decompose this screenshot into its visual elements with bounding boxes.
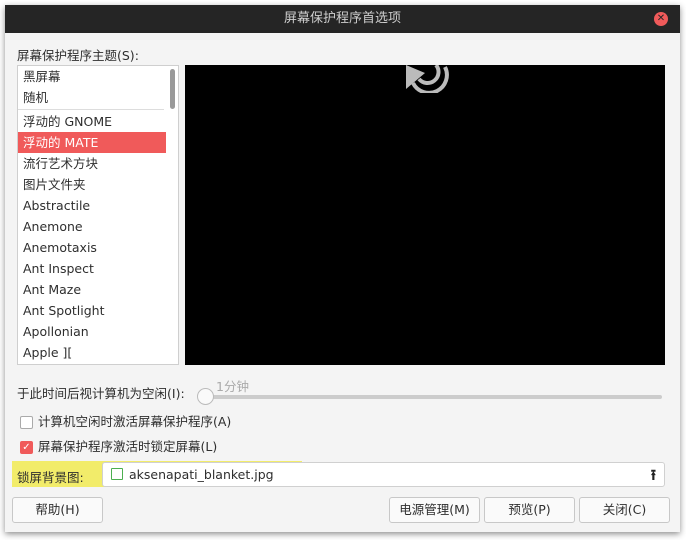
idle-slider-handle[interactable] <box>197 388 214 405</box>
preview-button[interactable]: 预览(P) <box>484 497 575 523</box>
theme-item[interactable]: Apple ][ <box>18 342 166 363</box>
background-file-name: aksenapati_blanket.jpg <box>129 467 274 482</box>
image-file-icon <box>111 468 123 480</box>
window-title: 屏幕保护程序首选项 <box>283 11 401 26</box>
theme-item[interactable]: 流行艺术方块 <box>18 153 166 174</box>
activate-checkbox-row[interactable]: 计算机空闲时激活屏幕保护程序(A) <box>20 411 231 430</box>
theme-item[interactable]: Anemone <box>18 216 166 237</box>
mate-logo-icon <box>406 65 449 93</box>
theme-item[interactable]: Ant Inspect <box>18 258 166 279</box>
title-bar: 屏幕保护程序首选项 ✕ <box>5 5 680 33</box>
theme-item[interactable]: Anemotaxis <box>18 237 166 258</box>
lock-label: 屏幕保护程序激活时锁定屏幕(L) <box>38 439 218 454</box>
theme-item[interactable]: 浮动的 GNOME <box>18 111 166 132</box>
close-window-icon[interactable]: ✕ <box>654 12 668 26</box>
idle-label: 于此时间后视计算机为空闲(I): <box>17 386 185 401</box>
screensaver-preferences-window: 屏幕保护程序首选项 ✕ 屏幕保护程序主题(S): 黑屏幕 随机浮动的 GNOME 浮… <box>5 5 680 532</box>
activate-label: 计算机空闲时激活屏幕保护程序(A) <box>38 414 232 429</box>
theme-list[interactable]: 黑屏幕 随机浮动的 GNOME 浮动的 MATE 流行艺术方块 图片文件夹 Abstrac… <box>17 65 179 365</box>
close-button[interactable]: 关闭(C) <box>579 497 670 523</box>
list-scrollbar[interactable] <box>170 69 175 109</box>
theme-item[interactable]: 浮动的 MATE <box>18 132 166 153</box>
theme-item[interactable]: 图片文件夹 <box>18 174 166 195</box>
idle-value: 1分钟 <box>216 379 249 394</box>
activate-checkbox[interactable] <box>20 416 33 429</box>
theme-label: 屏幕保护程序主题(S): <box>17 48 139 63</box>
help-button[interactable]: 帮助(H) <box>12 497 103 523</box>
background-file-chooser[interactable]: aksenapati_blanket.jpg ⭱ <box>102 462 665 487</box>
theme-item[interactable]: 随机 <box>18 87 166 108</box>
power-management-button[interactable]: 电源管理(M) <box>389 497 480 523</box>
preview-area <box>185 65 665 365</box>
theme-item[interactable]: Abstractile <box>18 195 166 216</box>
lock-checkbox-row[interactable]: ✓ 屏幕保护程序激活时锁定屏幕(L) <box>20 436 217 455</box>
lock-checkbox[interactable]: ✓ <box>20 441 33 454</box>
list-separator <box>18 109 164 110</box>
background-label: 锁屏背景图: <box>17 470 84 485</box>
theme-item[interactable]: 黑屏幕 <box>18 66 166 87</box>
upload-icon[interactable]: ⭱ <box>651 465 656 490</box>
theme-item[interactable]: Ant Maze <box>18 279 166 300</box>
theme-item[interactable]: Apollonian <box>18 321 166 342</box>
theme-item[interactable]: Ant Spotlight <box>18 300 166 321</box>
idle-slider-track[interactable] <box>205 395 662 399</box>
